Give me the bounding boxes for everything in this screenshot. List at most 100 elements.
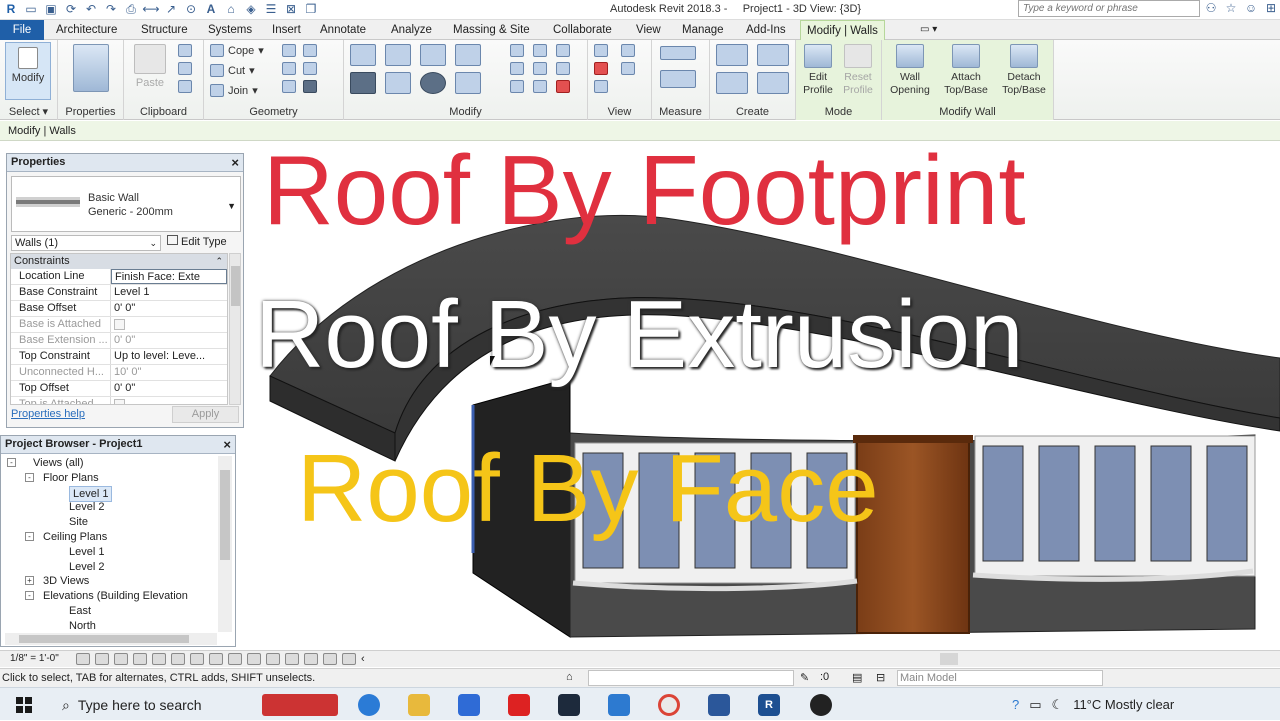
- acrobat-icon[interactable]: [508, 694, 530, 716]
- scrollbar-thumb[interactable]: [231, 266, 240, 306]
- modify-button[interactable]: Modify: [5, 42, 51, 100]
- property-row[interactable]: Location Line Finish Face: Exte: [11, 269, 227, 285]
- help-search-input[interactable]: [1018, 0, 1200, 17]
- property-checkbox[interactable]: [111, 397, 227, 404]
- match-type-icon[interactable]: [178, 80, 192, 93]
- dimension-icon[interactable]: ↗: [164, 2, 178, 16]
- close-icon[interactable]: ×: [231, 154, 239, 171]
- mirror-draw-icon[interactable]: [455, 44, 481, 66]
- property-value[interactable]: Up to level: Leve...: [111, 349, 227, 364]
- view-dropdown-icon[interactable]: [621, 62, 635, 75]
- instance-filter-select[interactable]: Walls (1) ⌄: [11, 235, 161, 251]
- expand-icon[interactable]: +: [25, 576, 34, 586]
- unjoin-icon[interactable]: [282, 80, 296, 93]
- property-value[interactable]: Level 1: [111, 285, 227, 300]
- move-icon[interactable]: [350, 72, 376, 94]
- temporary-hide-icon[interactable]: [228, 653, 242, 665]
- tab-analyze[interactable]: Analyze: [385, 20, 438, 40]
- properties-help-link[interactable]: Properties help: [11, 408, 85, 420]
- word-icon[interactable]: [708, 694, 730, 716]
- terminal-icon[interactable]: [558, 694, 580, 716]
- train-widget-icon[interactable]: [262, 694, 338, 716]
- visual-style-icon[interactable]: [95, 653, 109, 665]
- binoculars-icon[interactable]: ⚇: [1204, 1, 1218, 15]
- tab-annotate[interactable]: Annotate: [314, 20, 372, 40]
- hide-element-icon[interactable]: [594, 44, 608, 57]
- chrome-icon[interactable]: [658, 694, 680, 716]
- demolish-icon[interactable]: [303, 62, 317, 75]
- property-value[interactable]: Finish Face: Exte: [111, 269, 227, 284]
- weather-text[interactable]: 11°C Mostly clear: [1073, 697, 1174, 712]
- browser-tree-item[interactable]: 3D Views: [43, 574, 89, 588]
- scale-icon[interactable]: [533, 62, 547, 75]
- align-icon[interactable]: [350, 44, 376, 66]
- linework-icon[interactable]: [594, 62, 608, 75]
- rotate-icon[interactable]: [420, 72, 446, 94]
- tag-icon[interactable]: ⊙: [184, 2, 198, 16]
- workset-icon[interactable]: ⌂: [566, 671, 573, 683]
- collapse-icon[interactable]: -: [25, 591, 34, 601]
- browser-tree-item[interactable]: Elevations (Building Elevation: [43, 589, 188, 603]
- close-icon[interactable]: ×: [223, 436, 231, 453]
- tab-systems[interactable]: Systems: [202, 20, 258, 40]
- select-dropdown[interactable]: Select ▾: [0, 105, 57, 118]
- measure-icon[interactable]: ⟷: [142, 2, 159, 16]
- edit-type-button[interactable]: Edit Type: [167, 235, 227, 250]
- tab-file[interactable]: File: [0, 20, 44, 40]
- property-row[interactable]: Base Offset 0' 0": [11, 301, 227, 317]
- paste-button[interactable]: Paste: [132, 44, 168, 90]
- constraints-section[interactable]: Constraints ⌃: [11, 254, 227, 269]
- main-model-select[interactable]: Main Model: [897, 670, 1103, 686]
- property-row[interactable]: Base Extension ... 0' 0": [11, 333, 227, 349]
- tab-add-ins[interactable]: Add-Ins: [740, 20, 792, 40]
- filter-icon[interactable]: [594, 80, 608, 93]
- user-icon[interactable]: ☺: [1244, 1, 1258, 15]
- attach-top-base-button[interactable]: Attach Top/Base: [938, 44, 994, 97]
- aligned-dimension-icon[interactable]: [660, 70, 696, 88]
- property-row[interactable]: Base Constraint Level 1: [11, 285, 227, 301]
- cut-geometry-button[interactable]: Cut ▾: [210, 64, 255, 77]
- property-checkbox[interactable]: [111, 317, 227, 332]
- property-row[interactable]: Unconnected H... 10' 0": [11, 365, 227, 381]
- print-icon[interactable]: ⎙: [124, 2, 138, 16]
- checkbox[interactable]: [114, 399, 125, 404]
- mirror-axis-icon[interactable]: [420, 44, 446, 66]
- revit-icon[interactable]: R: [758, 694, 780, 716]
- array-icon[interactable]: [510, 62, 524, 75]
- star-icon[interactable]: ☆: [1224, 1, 1238, 15]
- analytical-model-icon[interactable]: [266, 653, 280, 665]
- switch-windows-icon[interactable]: ❐: [304, 2, 318, 16]
- render-icon[interactable]: [152, 653, 166, 665]
- browser-tree-item[interactable]: Level 2: [69, 560, 104, 574]
- tab-collaborate[interactable]: Collaborate: [547, 20, 618, 40]
- cart-icon[interactable]: ⊞: [1264, 1, 1278, 15]
- browser-tree-item[interactable]: Views (all): [33, 456, 84, 470]
- tab-manage[interactable]: Manage: [676, 20, 730, 40]
- show-crop-icon[interactable]: [190, 653, 204, 665]
- property-value[interactable]: 10' 0": [111, 365, 227, 380]
- filter-icon[interactable]: ▤: [852, 671, 862, 684]
- highlight-displacement-icon[interactable]: [285, 653, 299, 665]
- pick-icon[interactable]: [303, 80, 317, 93]
- cut-scissors-icon[interactable]: [178, 44, 192, 57]
- chevron-left-icon[interactable]: ‹: [361, 653, 365, 665]
- windows-start-icon[interactable]: [16, 697, 32, 713]
- design-option-icon[interactable]: ⊟: [876, 671, 885, 684]
- reveal-hidden-icon[interactable]: [247, 653, 261, 665]
- weather-icon[interactable]: ☾: [1052, 697, 1064, 713]
- ribbon-minimize-icon[interactable]: ▭ ▾: [914, 20, 943, 40]
- property-row[interactable]: Top Constraint Up to level: Leve...: [11, 349, 227, 365]
- split-gap-icon[interactable]: [533, 44, 547, 57]
- browser-tree-item[interactable]: Level 2: [69, 500, 104, 514]
- paint-icon[interactable]: [303, 44, 317, 57]
- create-group-icon[interactable]: [716, 72, 748, 94]
- copy-icon[interactable]: [178, 62, 192, 75]
- wall-opening-button[interactable]: Wall Opening: [884, 44, 936, 97]
- browser-tree-item[interactable]: Level 1: [69, 545, 104, 559]
- trim-multiple-icon[interactable]: [533, 80, 547, 93]
- checkbox[interactable]: [114, 319, 125, 330]
- save-icon[interactable]: ▣: [44, 2, 58, 16]
- collapse-icon[interactable]: -: [25, 532, 34, 541]
- thin-lines-icon[interactable]: ☰: [264, 2, 278, 16]
- constraints-icon[interactable]: [304, 653, 318, 665]
